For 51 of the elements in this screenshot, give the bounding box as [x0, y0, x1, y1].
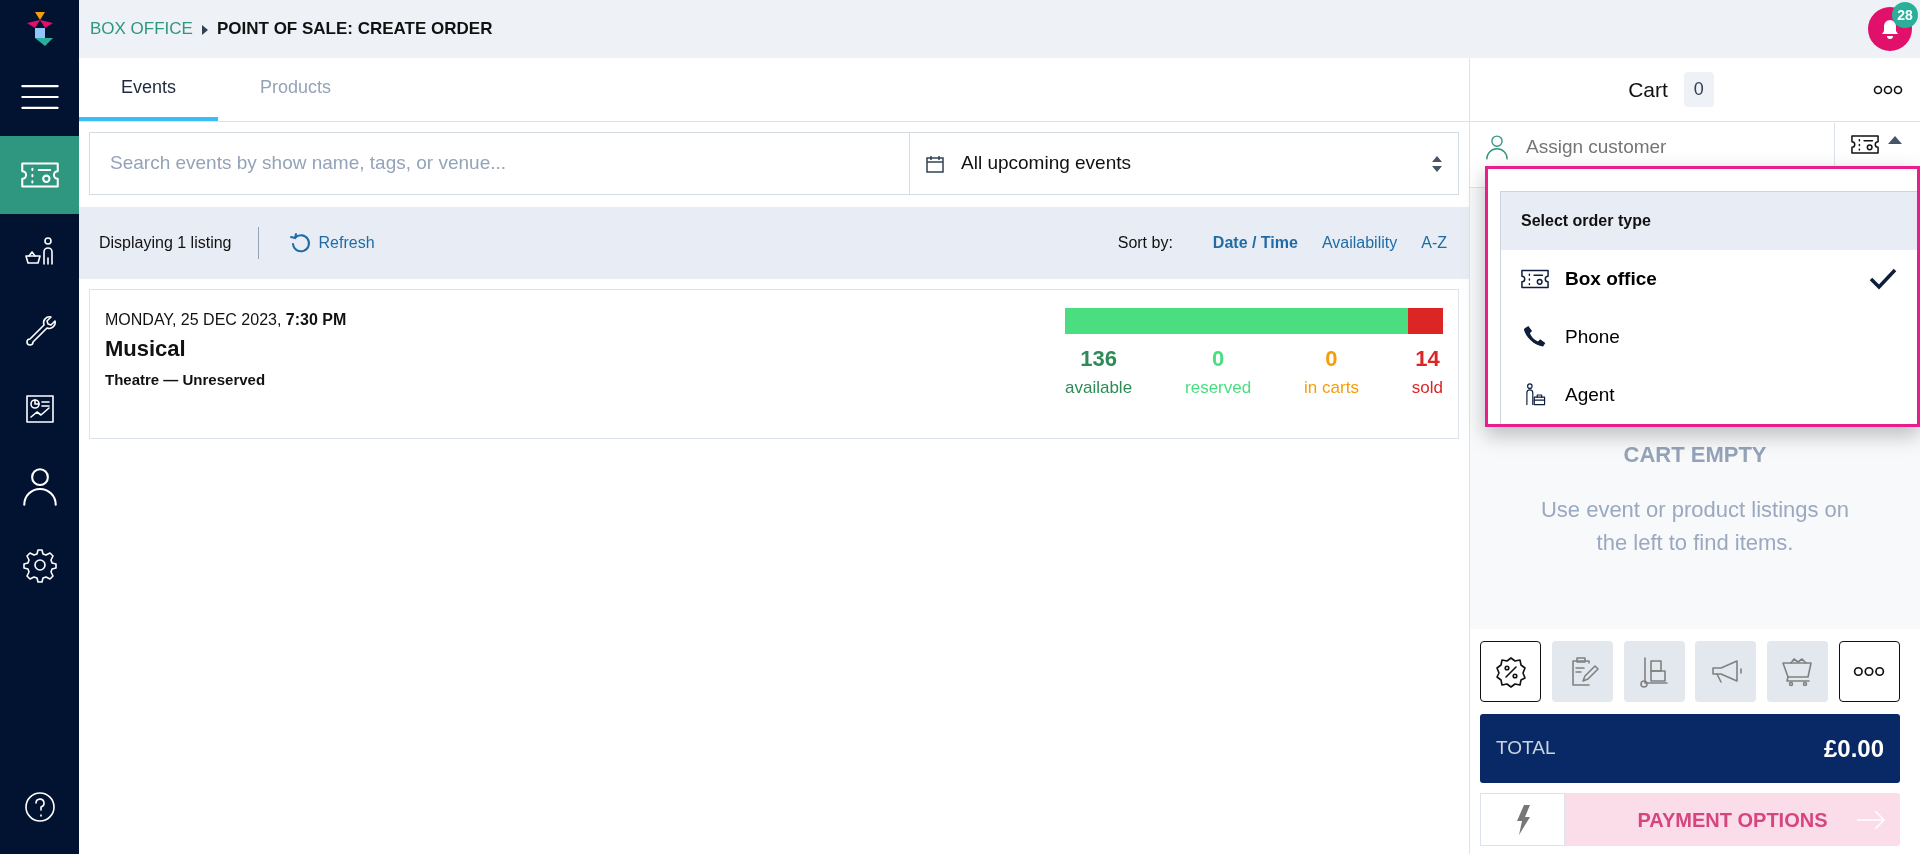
listing-count: Displaying 1 listing: [99, 233, 232, 253]
search-field[interactable]: Search events by show name, tags, or venue...: [89, 132, 909, 195]
user-icon: [20, 468, 59, 506]
lightning-icon: [1514, 803, 1531, 836]
event-date: MONDAY, 25 DEC 2023, 7:30 PM: [105, 310, 347, 330]
page-title: POINT OF SALE: CREATE ORDER: [216, 18, 493, 41]
tool-button[interactable]: [1480, 641, 1541, 702]
arrow-right-icon: [1856, 809, 1886, 830]
ticket-icon: [1851, 135, 1879, 154]
more-button[interactable]: [1839, 641, 1900, 702]
quick-pay-button[interactable]: [1480, 793, 1565, 846]
stat-value: 14: [1414, 345, 1441, 373]
checkmark-icon: [1869, 268, 1897, 290]
cart-count: 0: [1683, 72, 1714, 107]
customer-field[interactable]: Assign customer: [1524, 132, 1834, 163]
menu-item[interactable]: Agent: [1501, 366, 1917, 424]
refresh-link[interactable]: Refresh: [288, 231, 375, 255]
total-label: TOTAL: [1496, 736, 1556, 761]
more-icon: [1873, 85, 1903, 96]
cart-title: Cart: [1628, 76, 1668, 103]
chevron-icon: [200, 23, 209, 36]
stat-label: in carts: [1304, 377, 1359, 399]
stat-label: reserved: [1185, 377, 1252, 399]
event-card[interactable]: MONDAY, 25 DEC 2023, 7:30 PM Musical Theatre — Unreserved 136 available 0 reserved 0 in carts 14 sold: [89, 289, 1459, 439]
empty-cart-message: Use event or product listings on the left to find items.: [1539, 496, 1851, 557]
event-title: Musical: [105, 335, 187, 363]
event-venue: Theatre — Unreserved: [105, 370, 267, 390]
calendar-icon: [925, 153, 945, 174]
user-icon: [1486, 134, 1508, 160]
more-icon: [1853, 666, 1886, 677]
stat-value: 136: [1079, 345, 1118, 373]
sort-option[interactable]: Date / Time: [1212, 231, 1298, 255]
stat-value: 0: [1210, 345, 1226, 373]
stat-label: available: [1065, 377, 1133, 399]
breadcrumb-link[interactable]: BOX OFFICE: [90, 16, 193, 42]
tab[interactable]: Products: [218, 58, 374, 121]
empty-cart-title: CART EMPTY: [1623, 441, 1767, 469]
notification-badge: 28: [1892, 2, 1918, 28]
date-filter-select[interactable]: All upcoming events: [909, 132, 1459, 195]
settings-icon: [20, 546, 59, 584]
sort-option[interactable]: Availability: [1321, 231, 1398, 255]
sort-option[interactable]: A-Z: [1421, 231, 1447, 255]
stat-value: 0: [1324, 345, 1339, 373]
sort-label: Sort by:: [1117, 233, 1173, 253]
total-amount: £0.00: [1823, 733, 1884, 764]
caret-icon: [1887, 135, 1903, 145]
menu-header: Select order type: [1501, 192, 1917, 250]
stat-label: sold: [1411, 377, 1443, 399]
sort-arrows-icon: [1431, 154, 1443, 173]
refresh-icon: [288, 232, 311, 254]
tab[interactable]: Events: [79, 58, 219, 121]
